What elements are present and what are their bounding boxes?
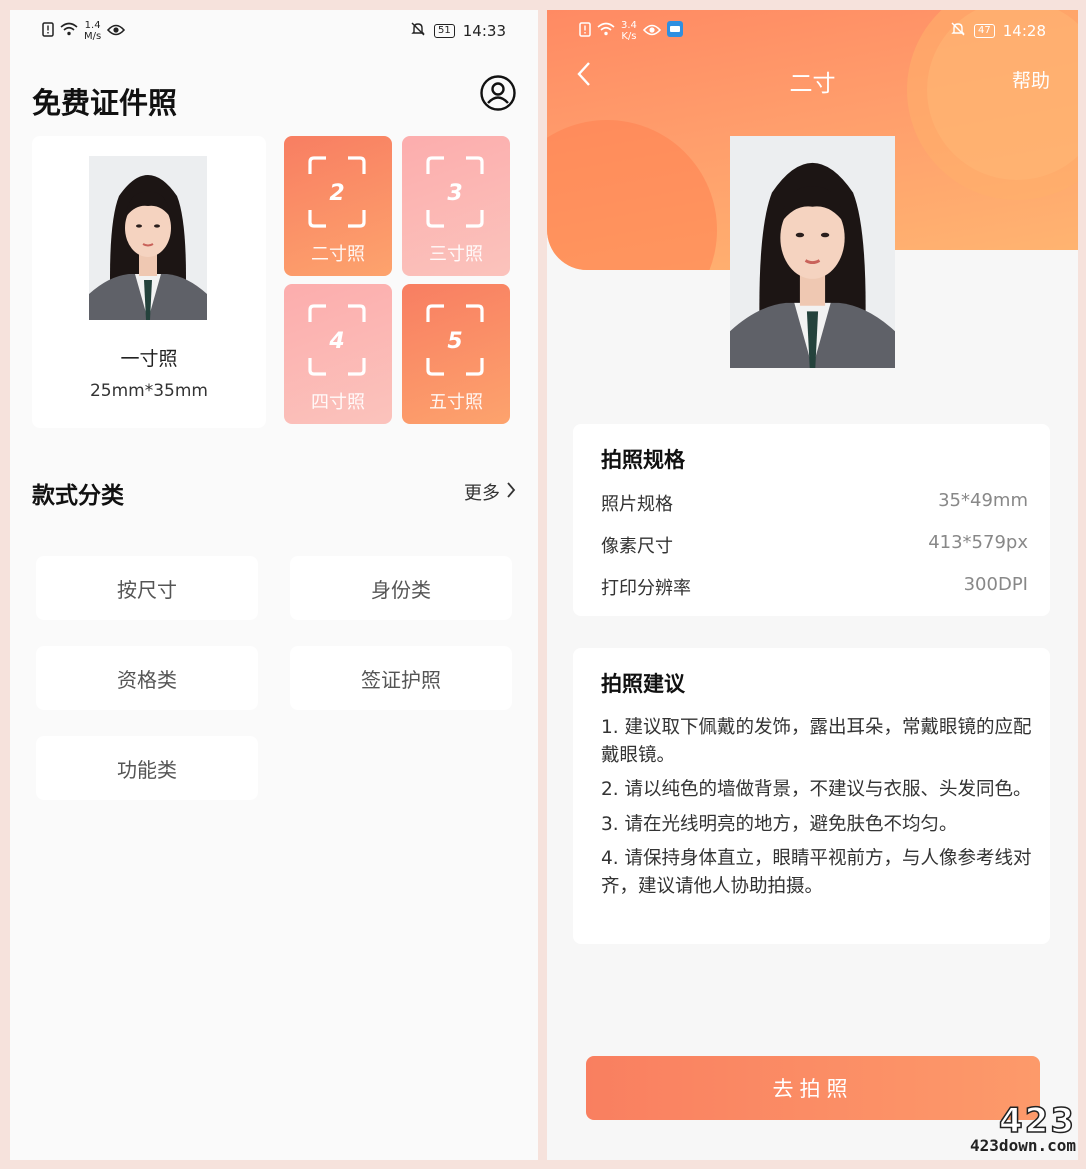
- four-inch-photo-tile[interactable]: 4 四寸照: [284, 284, 392, 424]
- more-link[interactable]: 更多: [464, 479, 516, 505]
- photo-frame-icon: 5: [426, 304, 484, 376]
- status-time: 14:33: [462, 22, 506, 40]
- alert-icon: [42, 21, 54, 41]
- status-bar: 1.4 M/s 51 14:33: [10, 10, 538, 52]
- photo-spec-card: 拍照规格 照片规格 35*49mm 像素尺寸 413*579px 打印分辨率 3…: [573, 424, 1050, 616]
- site-watermark: 423 423down.com: [970, 1101, 1076, 1155]
- category-qualification[interactable]: 资格类: [36, 646, 258, 710]
- sample-portrait-photo: [89, 156, 207, 320]
- category-by-size[interactable]: 按尺寸: [36, 556, 258, 620]
- svg-text:5: 5: [447, 329, 462, 354]
- user-profile-icon[interactable]: [480, 75, 516, 111]
- sample-portrait-photo: [730, 136, 895, 368]
- mute-bell-icon: [950, 21, 966, 41]
- category-identity[interactable]: 身份类: [290, 556, 512, 620]
- app-notification-icon: [666, 21, 683, 41]
- page-title: 免费证件照: [32, 86, 178, 120]
- help-button[interactable]: 帮助: [1012, 66, 1050, 93]
- wifi-icon: [597, 22, 615, 40]
- advice-list: 1. 建议取下佩戴的发饰，露出耳朵，常戴眼镜的应配戴眼镜。 2. 请以纯色的墙做…: [601, 714, 1032, 907]
- advice-item: 2. 请以纯色的墙做背景，不建议与衣服、头发同色。: [601, 779, 1032, 800]
- five-inch-photo-tile[interactable]: 5 五寸照: [402, 284, 510, 424]
- battery-level: 47: [974, 24, 995, 38]
- category-visa-passport[interactable]: 签证护照: [290, 646, 512, 710]
- spec-value: 300DPI: [963, 574, 1028, 595]
- network-speed: 3.4 K/s: [621, 20, 637, 42]
- advice-item: 4. 请保持身体直立，眼睛平视前方，与人像参考线对齐，建议请他人协助拍摄。: [601, 848, 1032, 897]
- more-label: 更多: [464, 483, 500, 504]
- photo-advice-card: 拍照建议 1. 建议取下佩戴的发饰，露出耳朵，常戴眼镜的应配戴眼镜。 2. 请以…: [573, 648, 1050, 944]
- status-time: 14:28: [1002, 22, 1046, 40]
- spec-title: 拍照规格: [601, 448, 685, 472]
- tile-label: 二寸照: [311, 244, 365, 265]
- spec-key: 打印分辨率: [601, 578, 691, 599]
- status-bar: 3.4 K/s 47 14:28: [547, 10, 1078, 52]
- advice-title: 拍照建议: [601, 672, 685, 696]
- tile-label: 三寸照: [429, 244, 483, 265]
- three-inch-photo-tile[interactable]: 3 三寸照: [402, 136, 510, 276]
- spec-row: 像素尺寸 413*579px: [601, 532, 1028, 558]
- svg-text:2: 2: [329, 181, 344, 206]
- photo-frame-icon: 4: [308, 304, 366, 376]
- detail-screen: 3.4 K/s 47 14:28 二寸 帮助 拍照规格 照片规格 35*49mm…: [547, 10, 1078, 1160]
- spec-key: 像素尺寸: [601, 536, 673, 557]
- chevron-right-icon: [506, 481, 516, 504]
- tile-label: 四寸照: [311, 392, 365, 413]
- home-screen: 1.4 M/s 51 14:33 免费证件照 一寸照 25mm*35mm 2 二…: [10, 10, 538, 1160]
- nav-title: 二寸: [789, 71, 836, 97]
- spec-row: 打印分辨率 300DPI: [601, 574, 1028, 600]
- eye-icon: [107, 22, 126, 40]
- battery-level: 51: [434, 24, 455, 38]
- spec-key: 照片规格: [601, 494, 673, 515]
- watermark-domain: 423down.com: [970, 1136, 1076, 1155]
- photo-frame-icon: 2: [308, 156, 366, 228]
- alert-icon: [579, 21, 591, 41]
- section-title: 款式分类: [32, 483, 124, 509]
- spec-value: 413*579px: [928, 532, 1028, 553]
- network-speed: 1.4 M/s: [84, 20, 102, 42]
- svg-text:4: 4: [328, 329, 344, 354]
- photo-type-name: 一寸照: [120, 348, 178, 370]
- eye-icon: [642, 22, 661, 40]
- watermark-number: 423: [998, 1101, 1076, 1141]
- svg-text:3: 3: [447, 181, 462, 206]
- mute-bell-icon: [410, 21, 426, 41]
- advice-item: 3. 请在光线明亮的地方，避免肤色不均匀。: [601, 813, 958, 835]
- advice-item: 1. 建议取下佩戴的发饰，露出耳朵，常戴眼镜的应配戴眼镜。: [601, 717, 1032, 766]
- tile-label: 五寸照: [429, 392, 483, 413]
- nav-bar: 二寸 帮助: [547, 60, 1078, 100]
- spec-row: 照片规格 35*49mm: [601, 490, 1028, 516]
- photo-frame-icon: 3: [426, 156, 484, 228]
- wifi-icon: [60, 22, 78, 40]
- category-function[interactable]: 功能类: [36, 736, 258, 800]
- two-inch-photo-tile[interactable]: 2 二寸照: [284, 136, 392, 276]
- photo-type-size: 25mm*35mm: [89, 381, 208, 401]
- one-inch-photo-card[interactable]: 一寸照 25mm*35mm: [32, 136, 266, 428]
- header-cutout: [877, 250, 1078, 280]
- spec-value: 35*49mm: [938, 490, 1028, 511]
